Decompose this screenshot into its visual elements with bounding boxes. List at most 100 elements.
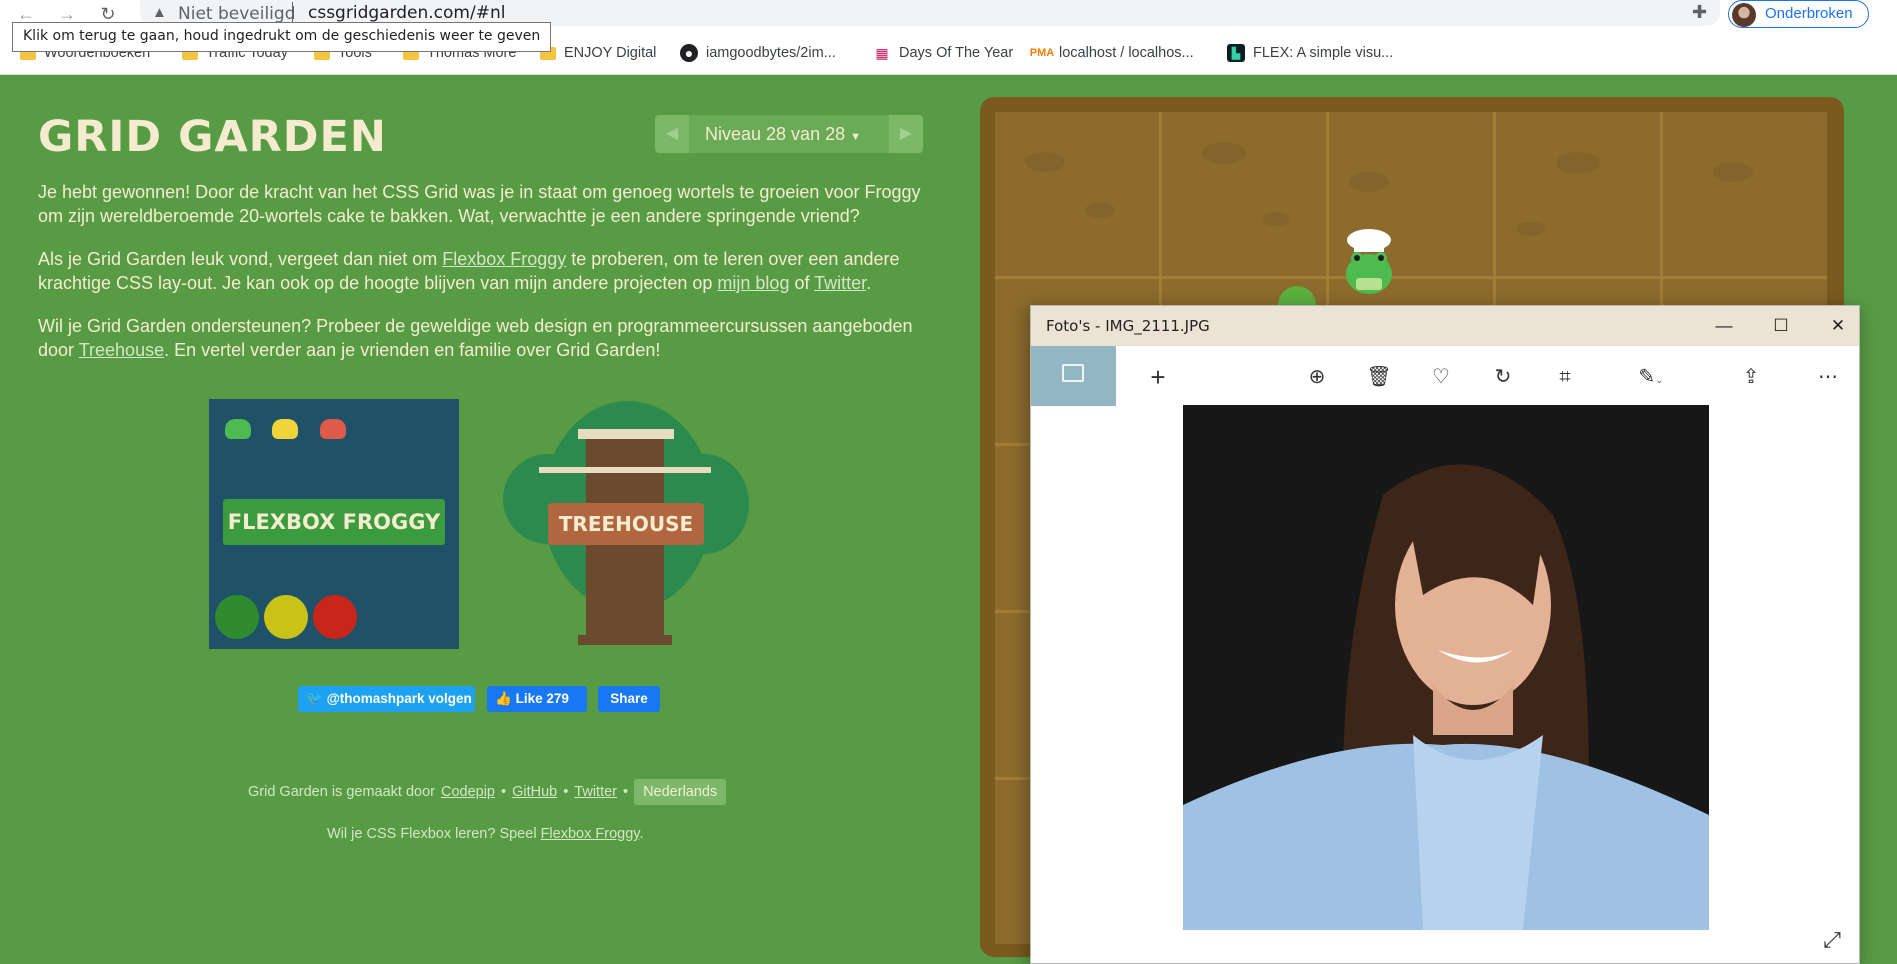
promo-text: . — [866, 273, 872, 293]
bookmark-item[interactable]: ENJOY Digital — [540, 40, 656, 66]
close-icon[interactable]: ✕ — [1823, 312, 1853, 340]
flex-icon: ▙ — [1227, 44, 1245, 62]
twitter-follow-button[interactable]: 🐦 @thomashpark volgen — [298, 686, 475, 712]
codepip-link[interactable]: Codepip — [441, 784, 495, 800]
minimize-icon[interactable]: — — [1709, 312, 1739, 340]
phpmyadmin-icon: PMA — [1029, 47, 1055, 59]
level-indicator: ◀ Niveau 28 van 28 ▼ ▶ — [655, 115, 923, 153]
win-message: Je hebt gewonnen! Door de kracht van het… — [38, 182, 921, 226]
footer-bullet: • — [563, 784, 569, 800]
calendar-icon: ▦ — [875, 44, 889, 61]
more-icon[interactable]: ⋯ — [1813, 362, 1843, 392]
add-icon[interactable]: + — [1143, 362, 1173, 392]
flexbox-froggy-link[interactable]: Flexbox Froggy — [442, 249, 566, 269]
fullscreen-icon[interactable]: ⤢ — [1819, 927, 1845, 953]
promo-text: of — [789, 273, 815, 293]
support-paragraph: Wil je Grid Garden ondersteunen? Probeer… — [38, 314, 928, 362]
facebook-share-button[interactable]: Share — [598, 686, 660, 712]
bookmark-item[interactable]: ● iamgoodbytes/2im... — [680, 40, 836, 66]
github-link[interactable]: GitHub — [512, 784, 557, 800]
bookmark-item[interactable]: ▙ FLEX: A simple visu... — [1227, 40, 1393, 66]
photos-window: Foto's - IMG_2111.JPG — ☐ ✕ + ⊕ 🗑 ♡ ↻ ⌗ … — [1030, 305, 1860, 964]
zoom-icon[interactable]: ⊕ — [1302, 362, 1332, 392]
twitter-bird-icon: 🐦 — [306, 691, 323, 706]
yellow-frog-icon — [272, 419, 298, 439]
footer-froggy-link[interactable]: Flexbox Froggy — [541, 826, 640, 842]
language-button[interactable]: Nederlands — [634, 779, 727, 805]
treehouse-label: TREEHOUSE — [548, 503, 704, 545]
delete-icon[interactable]: 🗑 — [1364, 362, 1394, 392]
back-button-tooltip: Klik om terug te gaan, houd ingedrukt om… — [12, 22, 552, 52]
image-icon — [1062, 364, 1084, 382]
green-lilypad-icon — [215, 595, 259, 639]
bookmark-label: iamgoodbytes/2im... — [706, 45, 836, 61]
support-text: . En vertel verder aan je vrienden en fa… — [164, 340, 661, 360]
extensions-icon[interactable]: ✚ — [1692, 2, 1707, 23]
treehouse-roof — [578, 429, 674, 439]
twitter-follow-label: @thomashpark volgen — [326, 691, 472, 706]
share-icon[interactable]: ⇪ — [1736, 362, 1766, 392]
footer-twitter-link[interactable]: Twitter — [574, 784, 617, 800]
red-lilypad-icon — [313, 595, 357, 639]
footer-made-by: Grid Garden is gemaakt door — [248, 784, 435, 800]
window-titlebar[interactable]: Foto's - IMG_2111.JPG — ☐ ✕ — [1031, 306, 1859, 346]
address-url[interactable]: cssgridgarden.com/#nl — [308, 3, 505, 23]
maximize-icon[interactable]: ☐ — [1766, 312, 1796, 340]
footer-learn-suffix: . — [639, 826, 644, 842]
thumbs-up-icon: 👍 — [495, 691, 512, 706]
rotate-icon[interactable]: ↻ — [1488, 362, 1518, 392]
green-frog-icon — [225, 419, 251, 439]
bookmark-label: Days Of The Year — [899, 45, 1014, 61]
promo-text: Als je Grid Garden leuk vond, vergeet da… — [38, 249, 443, 269]
profile-button[interactable]: Onderbroken — [1728, 0, 1869, 28]
previous-level-icon[interactable]: ◀ — [655, 115, 689, 153]
bookmark-item[interactable]: PMA localhost / localhos... — [1029, 40, 1194, 66]
chevron-down-icon: ▼ — [850, 131, 862, 143]
profile-label: Onderbroken — [1765, 5, 1853, 22]
warning-icon: ▲ — [152, 4, 167, 21]
avatar — [1732, 3, 1756, 27]
twitter-link[interactable]: Twitter — [814, 273, 866, 293]
bookmark-label: FLEX: A simple visu... — [1253, 45, 1394, 61]
facebook-like-button[interactable]: 👍 Like 279 — [487, 686, 587, 712]
gallery-button[interactable] — [1031, 346, 1116, 406]
treehouse-link[interactable]: Treehouse — [79, 340, 164, 360]
yellow-lilypad-icon — [264, 595, 308, 639]
bookmark-label: ENJOY Digital — [564, 45, 657, 61]
level-label: Niveau 28 van 28 — [705, 124, 846, 144]
garden-plot — [1496, 112, 1660, 276]
blog-link[interactable]: mijn blog — [717, 273, 789, 293]
bookmark-item[interactable]: ▦ Days Of The Year — [873, 40, 1013, 66]
footer-bullet: • — [623, 784, 629, 800]
footer-bullet: • — [501, 784, 507, 800]
photo-view[interactable] — [1183, 405, 1709, 930]
garden-plot — [1663, 112, 1827, 276]
address-separator — [292, 2, 293, 22]
footer-credits: Grid Garden is gemaakt door Codepip • Gi… — [248, 779, 727, 805]
github-icon: ● — [680, 44, 698, 62]
level-dropdown[interactable]: Niveau 28 van 28 ▼ — [705, 124, 861, 145]
edit-icon[interactable]: ✎⌄ — [1628, 362, 1674, 392]
footer-learn-prefix: Wil je CSS Flexbox leren? Speel — [327, 826, 537, 842]
red-frog-icon — [320, 419, 346, 439]
page-title: GRID GARDEN — [38, 112, 387, 162]
bookmark-label: localhost / localhos... — [1059, 45, 1194, 61]
photos-toolbar: + ⊕ 🗑 ♡ ↻ ⌗ ✎⌄ ⇪ ⋯ — [1031, 346, 1859, 406]
garden-plot — [995, 112, 1159, 276]
favorite-icon[interactable]: ♡ — [1426, 362, 1456, 392]
garden-plot — [1162, 112, 1326, 276]
crop-icon[interactable]: ⌗ — [1550, 362, 1580, 392]
promo-paragraph: Als je Grid Garden leuk vond, vergeet da… — [38, 247, 928, 295]
window-title: Foto's - IMG_2111.JPG — [1046, 317, 1210, 335]
footer-learn: Wil je CSS Flexbox leren? Speel Flexbox … — [327, 826, 643, 842]
portrait-photo — [1183, 405, 1709, 930]
chef-frog-icon — [1346, 229, 1392, 294]
facebook-like-label: Like 279 — [515, 691, 569, 706]
flexbox-froggy-card[interactable]: FLEXBOX FROGGY — [209, 399, 459, 649]
security-label[interactable]: Niet beveiligd — [178, 4, 296, 24]
chevron-down-icon: ⌄ — [1655, 375, 1664, 386]
treehouse-card[interactable]: TREEHOUSE — [503, 399, 749, 649]
next-level-icon[interactable]: ▶ — [889, 115, 923, 153]
treehouse-base — [578, 635, 672, 645]
treehouse-railing — [539, 467, 711, 473]
